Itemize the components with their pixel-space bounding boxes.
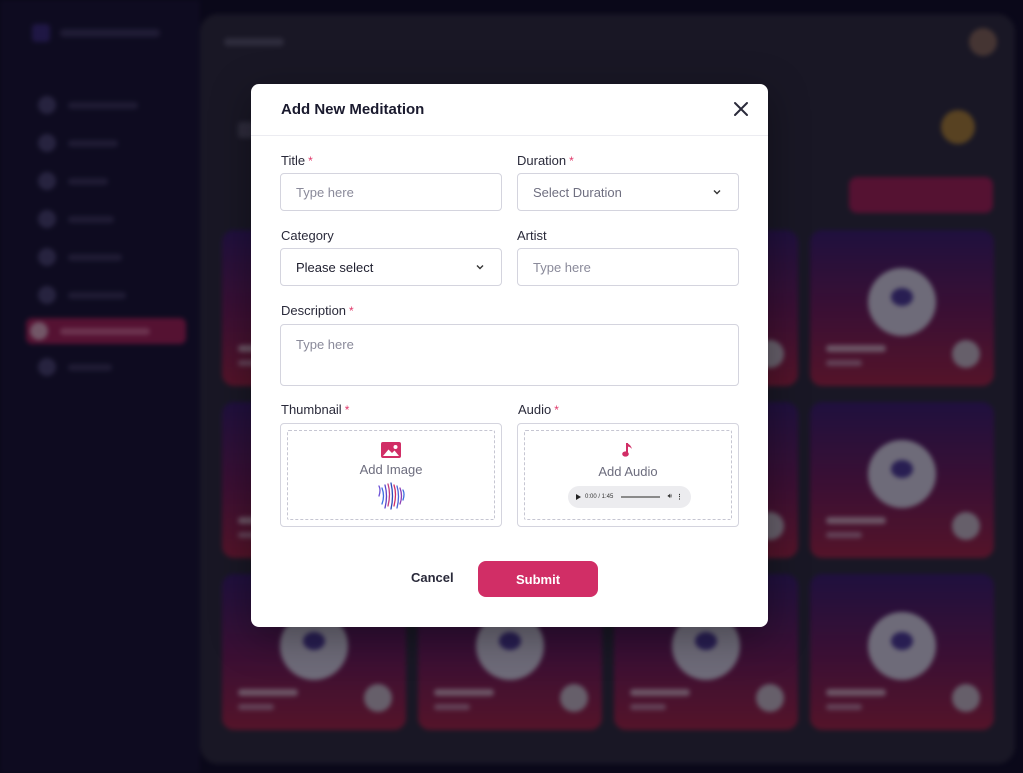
artist-label-text: Artist — [517, 228, 547, 243]
description-textarea[interactable] — [280, 324, 739, 386]
audio-progress-track[interactable] — [621, 496, 660, 498]
duration-label: Duration * — [517, 153, 574, 168]
image-icon — [381, 442, 401, 458]
audio-label-text: Audio — [518, 402, 552, 417]
add-meditation-modal: Add New Meditation Title* Duration* Sele… — [251, 84, 768, 627]
modal-header: Add New Meditation — [251, 84, 768, 136]
audio-time: 0:00 / 1:45 — [585, 494, 614, 500]
volume-icon[interactable]: 🔊︎ — [668, 493, 672, 501]
close-icon[interactable] — [730, 98, 752, 120]
thumbnail-label-text: Thumbnail — [281, 402, 342, 417]
title-label: Title * — [281, 153, 313, 168]
add-image-text: Add Image — [359, 462, 423, 477]
required-marker: * — [349, 304, 354, 318]
audio-upload[interactable]: Add Audio 0:00 / 1:45 🔊︎ ⋮ — [517, 423, 739, 527]
play-icon[interactable] — [576, 494, 581, 500]
submit-button[interactable]: Submit — [478, 561, 598, 597]
modal-title: Add New Meditation — [281, 101, 425, 118]
audio-label: Audio * — [518, 402, 559, 417]
thumbnail-upload[interactable]: Add Image — [280, 423, 502, 527]
title-label-text: Title — [281, 153, 306, 168]
category-select-value: Please select — [296, 259, 374, 275]
cancel-button[interactable]: Cancel — [411, 570, 454, 585]
title-input[interactable] — [280, 173, 502, 211]
more-options-icon[interactable]: ⋮ — [676, 493, 683, 501]
artist-label: Artist — [517, 228, 547, 243]
chevron-down-icon — [476, 265, 484, 270]
required-marker: * — [344, 403, 350, 417]
music-note-icon — [622, 443, 632, 457]
description-label: Description * — [281, 303, 354, 318]
thumbnail-label: Thumbnail * — [281, 402, 349, 417]
audio-player[interactable]: 0:00 / 1:45 🔊︎ ⋮ — [568, 486, 691, 508]
category-label-text: Category — [281, 228, 334, 243]
chevron-down-icon — [713, 190, 721, 195]
required-marker: * — [308, 154, 313, 168]
description-label-text: Description — [281, 303, 347, 318]
artist-input[interactable] — [517, 248, 739, 286]
duration-select[interactable]: Select Duration — [517, 173, 739, 211]
thumbnail-preview — [378, 482, 405, 510]
duration-label-text: Duration — [517, 153, 567, 168]
category-label: Category — [281, 228, 334, 243]
required-marker: * — [569, 154, 574, 168]
duration-select-value: Select Duration — [533, 184, 622, 200]
category-select[interactable]: Please select — [280, 248, 502, 286]
add-audio-text: Add Audio — [598, 464, 658, 479]
required-marker: * — [554, 403, 559, 417]
